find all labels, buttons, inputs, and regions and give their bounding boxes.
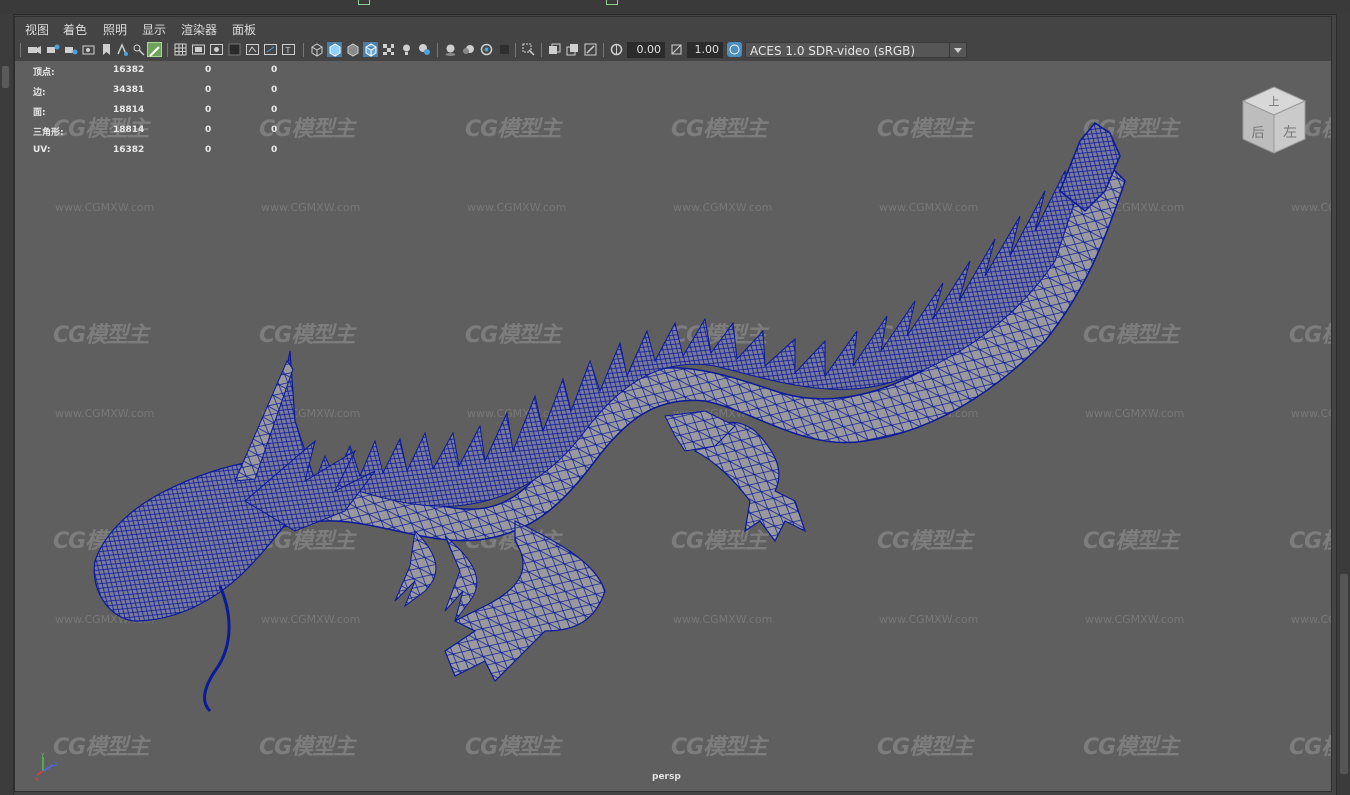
bookmarks-icon[interactable]	[63, 42, 78, 57]
camera-name-label: persp	[652, 772, 681, 782]
menu-shading[interactable]: 着色	[63, 21, 87, 38]
dragon-mesh[interactable]	[15, 61, 1331, 791]
hud-total: 18814	[113, 105, 145, 115]
hud-selected: 0	[205, 85, 212, 95]
axis-gizmo: y z x	[35, 751, 57, 781]
hud-total: 16382	[113, 65, 145, 75]
hud-total: 18814	[113, 125, 145, 135]
exposure-field[interactable]: 0.00	[627, 42, 665, 58]
toolbar-separator	[20, 43, 21, 57]
hud-selected: 0	[205, 145, 212, 155]
smooth-shade-icon[interactable]	[327, 42, 342, 57]
color-management-icon[interactable]	[727, 42, 742, 57]
viewcube-back-face[interactable]: 后	[1251, 126, 1264, 141]
menu-view[interactable]: 视图	[25, 21, 49, 38]
menu-lighting[interactable]: 照明	[103, 21, 127, 38]
hud-label: UV:	[33, 145, 51, 155]
toolbar-separator	[303, 43, 304, 57]
bookmark-icon[interactable]	[99, 42, 114, 57]
motion-blur-icon[interactable]	[461, 42, 476, 57]
gamma-icon[interactable]	[669, 42, 684, 57]
toolbar-separator	[603, 43, 604, 57]
view-transform-select[interactable]: ACES 1.0 SDR-video (sRGB)	[745, 42, 950, 58]
field-chart-icon[interactable]	[245, 42, 260, 57]
hud-component: 0	[271, 125, 278, 135]
film-gate-icon[interactable]	[191, 42, 206, 57]
depth-of-field-icon[interactable]	[497, 42, 512, 57]
resolution-gate-icon[interactable]	[209, 42, 224, 57]
viewcube-left-face[interactable]: 左	[1283, 125, 1297, 141]
use-all-lights-icon[interactable]	[399, 42, 414, 57]
panel-toolbar: T 0.00 1.00 ACES 1.0 SDR-video (sRGB)	[15, 39, 1331, 62]
right-scrollbar[interactable]	[1336, 14, 1350, 795]
hud-selected: 0	[205, 125, 212, 135]
dragon-front-leg	[394, 529, 478, 622]
xray-icon[interactable]	[547, 42, 562, 57]
toolbar-separator	[437, 43, 438, 57]
grid-icon[interactable]	[173, 42, 188, 57]
multisample-aa-icon[interactable]	[479, 42, 494, 57]
isolate-select-icon[interactable]	[521, 42, 536, 57]
screen-space-ao-icon[interactable]	[443, 42, 458, 57]
xray-active-components-icon[interactable]	[565, 42, 580, 57]
select-camera-icon[interactable]	[27, 42, 42, 57]
menu-renderer[interactable]: 渲染器	[181, 21, 217, 38]
hud-component: 0	[271, 145, 278, 155]
image-plane-icon[interactable]	[81, 42, 96, 57]
hud-label: 面:	[33, 108, 46, 118]
menu-show[interactable]: 显示	[142, 21, 166, 38]
axis-x-label: x	[35, 776, 39, 781]
draw-tool-icon[interactable]	[147, 42, 162, 57]
dragon-whisker	[203, 585, 231, 713]
viewcube-top-face[interactable]: 上	[1269, 95, 1280, 108]
top-strip	[0, 0, 1350, 15]
shadows-icon[interactable]	[417, 42, 432, 57]
hud-total: 16382	[113, 145, 145, 155]
panel-menu-bar: 视图 着色 照明 显示 渲染器 面板	[15, 17, 1331, 39]
gamma-field[interactable]: 1.00	[687, 42, 723, 58]
view-cube[interactable]: 上 后 左	[1239, 83, 1309, 157]
left-rail-handle[interactable]	[2, 66, 9, 88]
3d-viewport[interactable]: CG模型主 www.CGMXW.com CG模型主 www.CGMXW.com CG模型…	[15, 61, 1331, 791]
svg-text:T: T	[285, 46, 291, 55]
hud-total: 34381	[113, 85, 145, 95]
xray-joints-icon[interactable]	[583, 42, 598, 57]
axis-y-label: y	[41, 751, 45, 758]
dragon-dorsal-spikes	[314, 169, 1076, 507]
hud-label: 边:	[33, 88, 46, 98]
wireframe-icon[interactable]	[309, 42, 324, 57]
2d-pan-zoom-icon[interactable]	[115, 42, 130, 57]
exposure-icon[interactable]	[609, 42, 624, 57]
time-marker	[358, 0, 370, 5]
gate-mask-icon[interactable]	[227, 42, 242, 57]
grease-pencil-icon[interactable]	[131, 42, 146, 57]
default-material-icon[interactable]	[345, 42, 360, 57]
textured-icon[interactable]	[381, 42, 396, 57]
toolbar-separator	[515, 43, 516, 57]
hud-component: 0	[271, 85, 278, 95]
toolbar-separator	[541, 43, 542, 57]
wireframe-on-shaded-icon[interactable]	[363, 42, 378, 57]
hud-component: 0	[271, 65, 278, 75]
hud-label: 三角形:	[33, 128, 64, 138]
left-rail	[0, 14, 14, 795]
safe-action-icon[interactable]	[263, 42, 278, 57]
hud-selected: 0	[205, 105, 212, 115]
viewport-panel: 视图 着色 照明 显示 渲染器 面板 T 0.00 1.00 ACES 1.0 …	[14, 16, 1332, 792]
menu-panels[interactable]: 面板	[232, 21, 256, 38]
toolbar-separator	[167, 43, 168, 57]
axis-z-label: z	[54, 761, 57, 768]
hud-label: 顶点:	[33, 68, 55, 78]
safe-title-icon[interactable]: T	[281, 42, 296, 57]
camera-attributes-icon[interactable]	[45, 42, 60, 57]
hud-component: 0	[271, 105, 278, 115]
scrollbar-thumb[interactable]	[1340, 574, 1348, 774]
time-marker	[606, 0, 618, 5]
chevron-down-icon[interactable]	[949, 42, 967, 58]
hud-selected: 0	[205, 65, 212, 75]
